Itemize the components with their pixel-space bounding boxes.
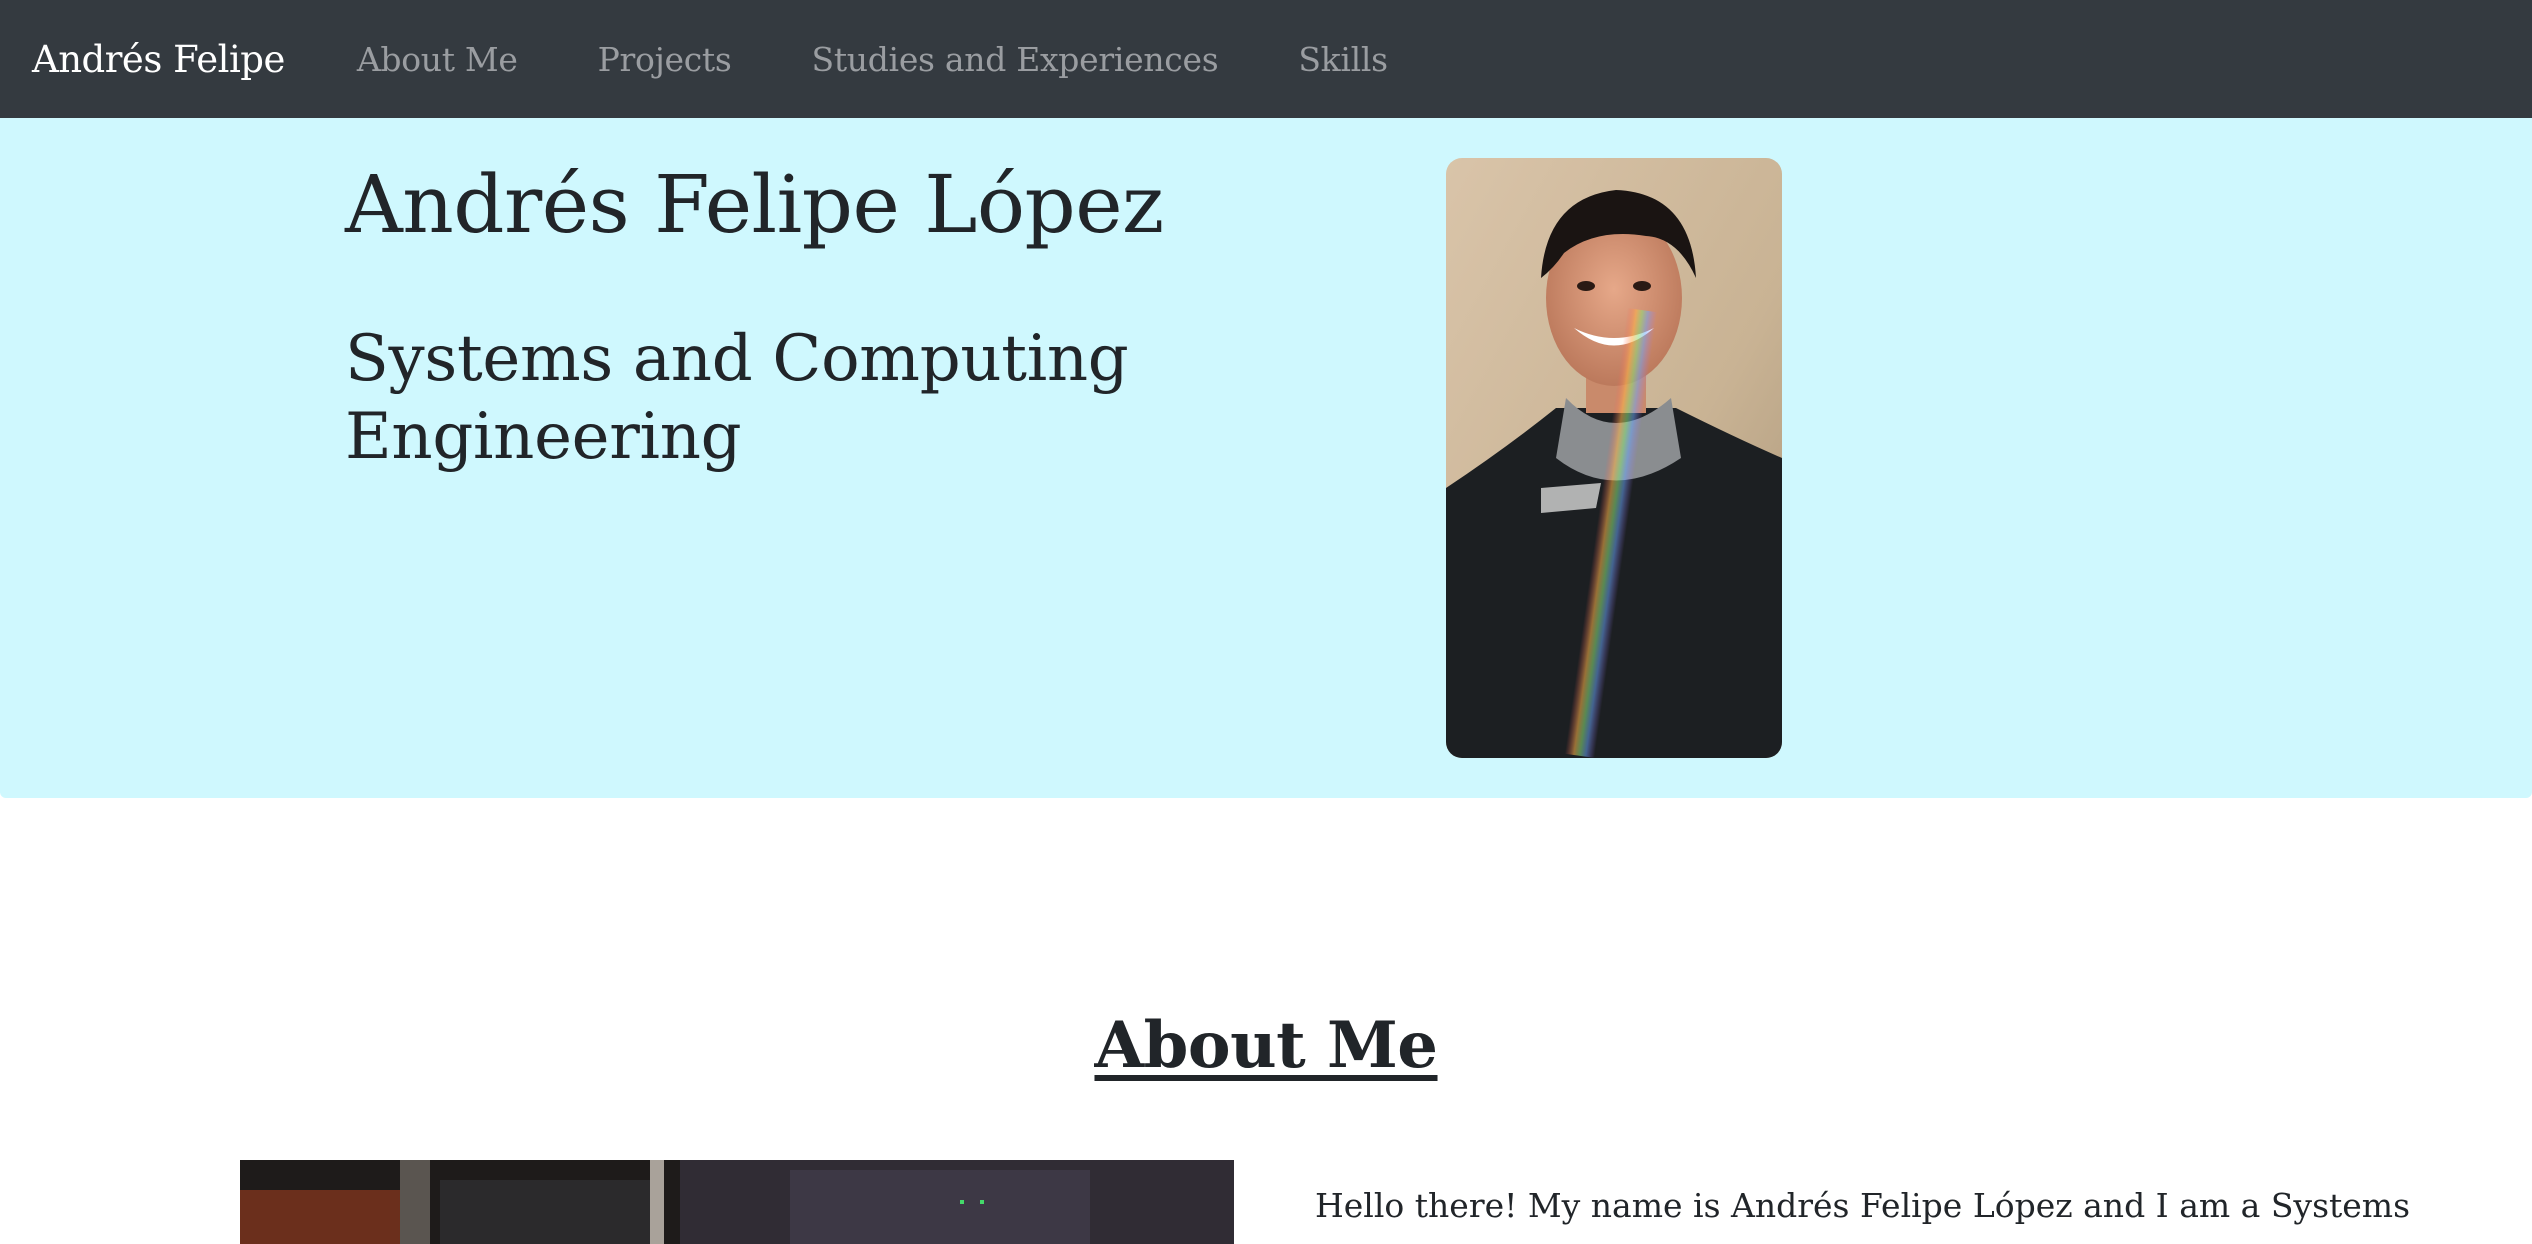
nav-link-studies-and-experiences[interactable]: Studies and Experiences — [812, 40, 1219, 79]
about-me-intro-text: Hello there! My name is Andrés Felipe Ló… — [1315, 1186, 2415, 1225]
nav-link-skills[interactable]: Skills — [1298, 40, 1388, 79]
hero-section: Andrés Felipe López Systems and Computin… — [0, 118, 2532, 798]
hero-name: Andrés Felipe López — [345, 158, 1164, 251]
navbar-brand[interactable]: Andrés Felipe — [32, 38, 285, 81]
nav-link-projects[interactable]: Projects — [598, 40, 732, 79]
top-navbar: Andrés Felipe About Me Projects Studies … — [0, 0, 2532, 118]
hero-subtitle: Systems and Computing Engineering — [345, 322, 1129, 474]
nav-link-about-me[interactable]: About Me — [357, 40, 518, 79]
about-me-heading: About Me — [1094, 1008, 1438, 1083]
about-me-photo — [240, 1160, 1234, 1244]
profile-photo — [1446, 158, 1782, 758]
